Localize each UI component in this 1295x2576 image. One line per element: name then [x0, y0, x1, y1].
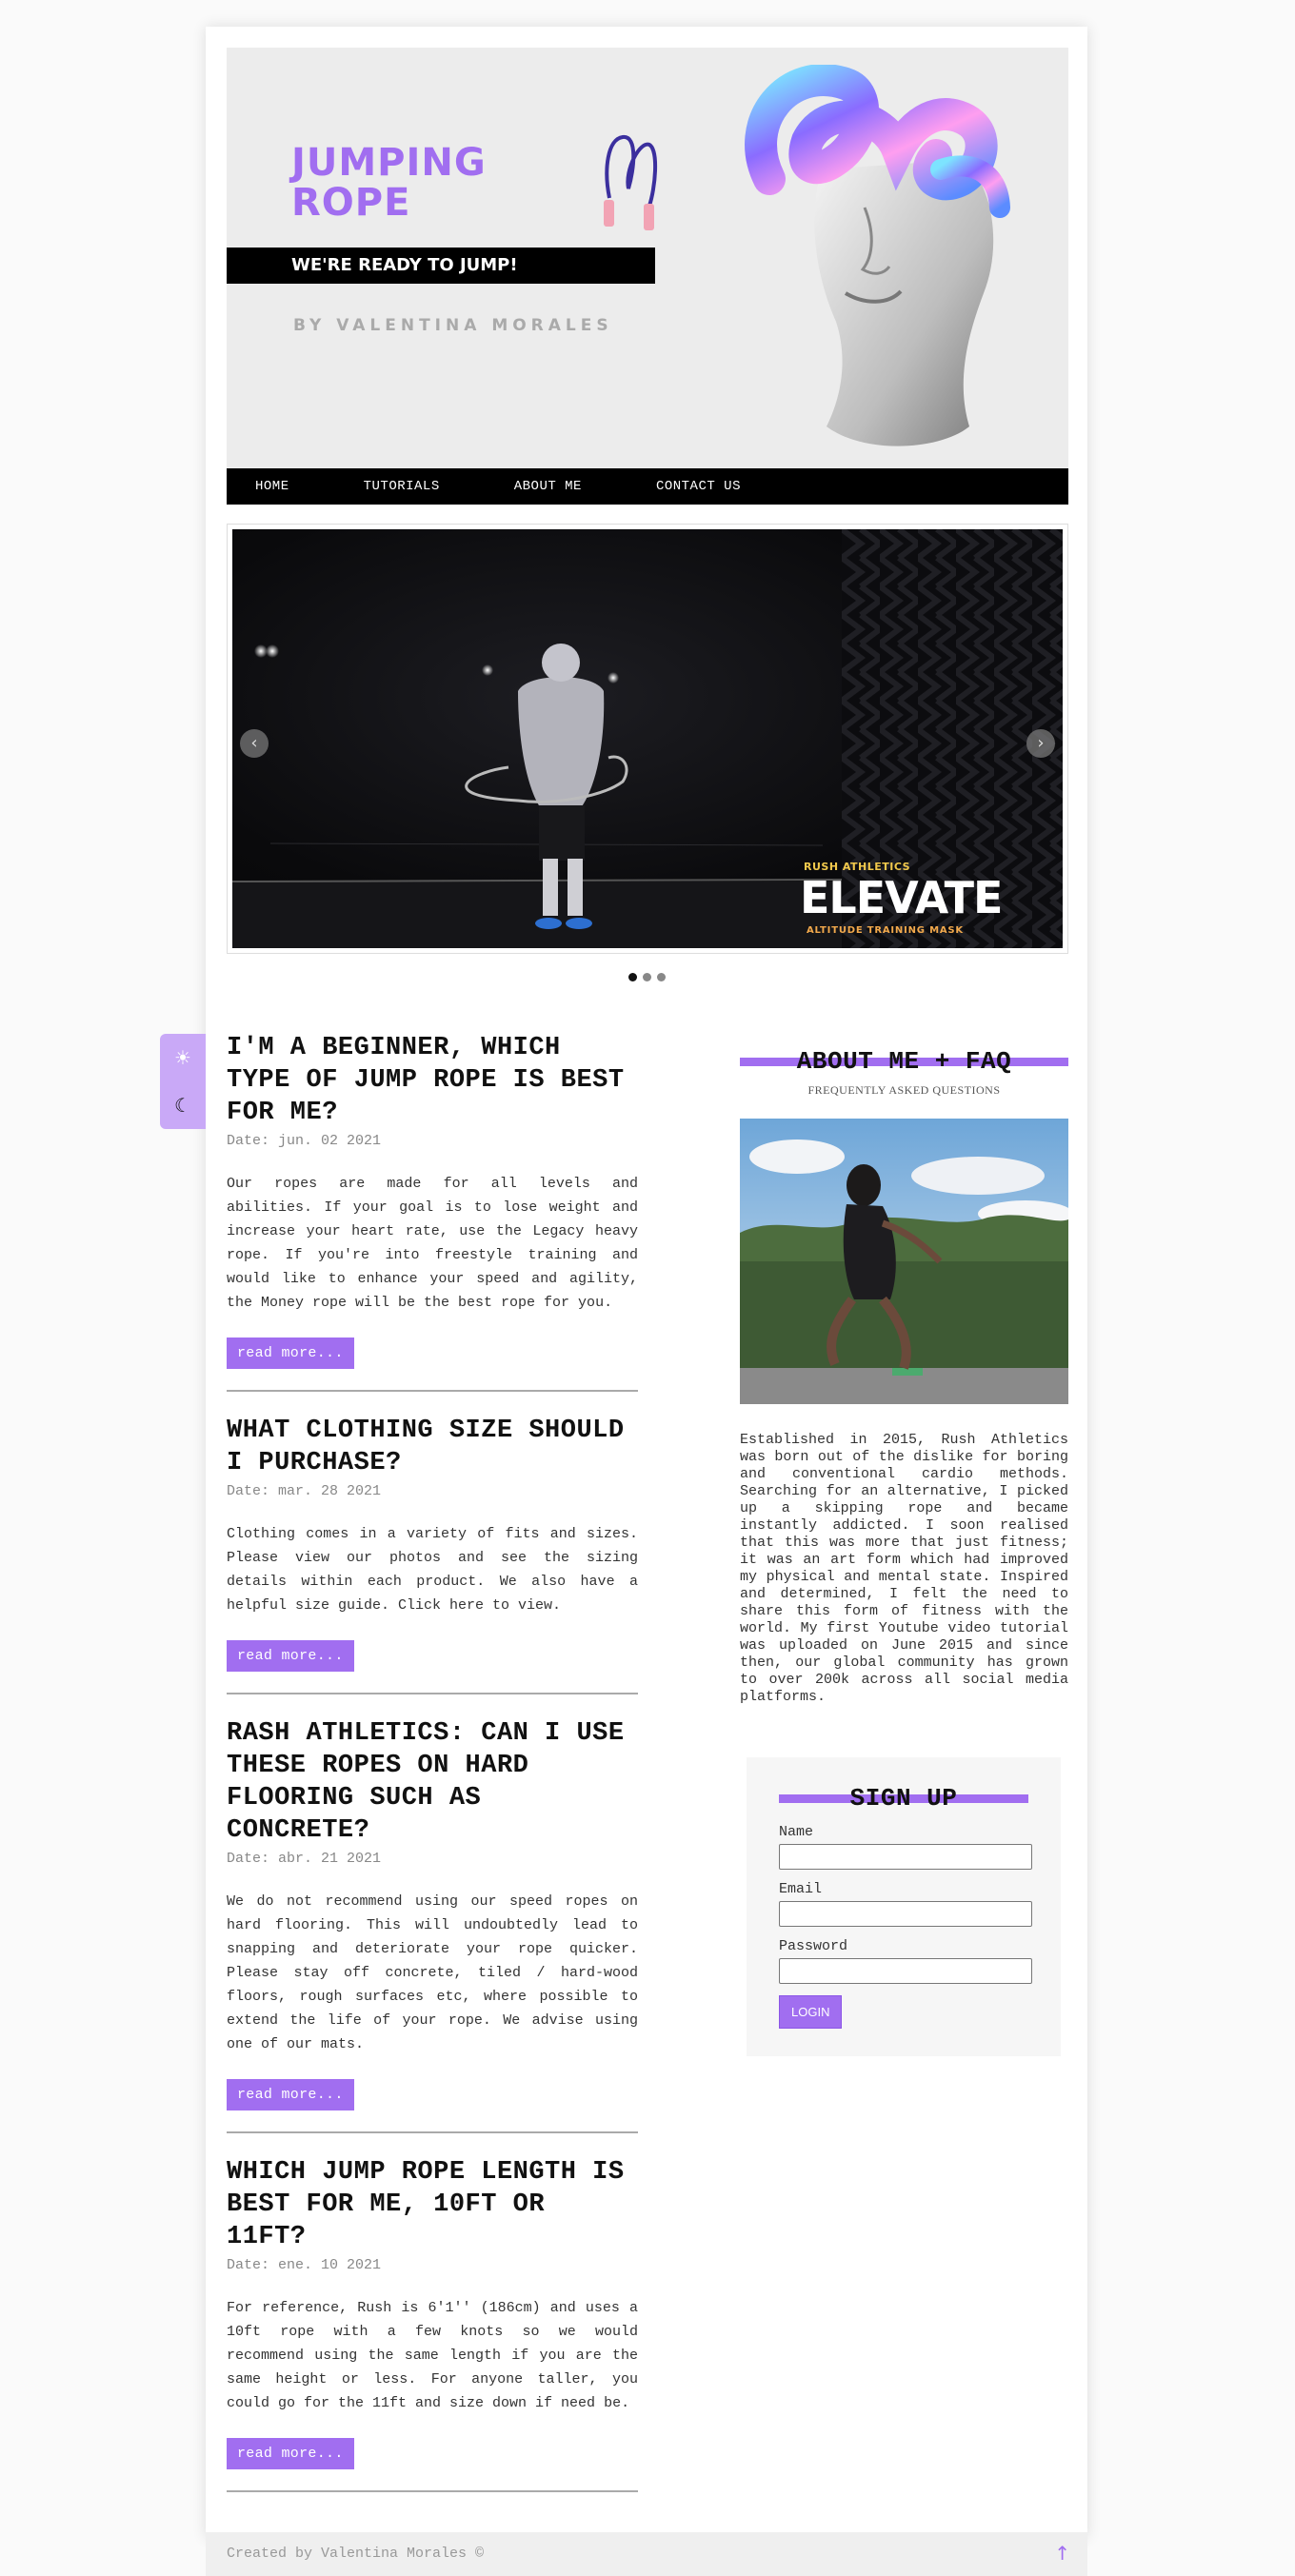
email-label: Email — [779, 1881, 823, 1897]
about-sidebar: ABOUT ME + FAQ FREQUENTLY ASKED QUESTION… — [740, 1047, 1073, 1706]
site-title: JUMPING ROPE — [291, 141, 487, 225]
carousel-dot-1[interactable] — [628, 973, 637, 981]
post-item: RASH ATHLETICS: CAN I USE THESE ROPES ON… — [227, 1717, 638, 2133]
password-field[interactable] — [779, 1958, 1032, 1984]
post-title: WHICH JUMP ROPE LENGTH IS BEST FOR ME, 1… — [227, 2158, 625, 2251]
post-item: I'M A BEGINNER, WHICH TYPE OF JUMP ROPE … — [227, 1032, 638, 1392]
post-date: Date: abr. 21 2021 — [227, 1851, 382, 1867]
carousel-indicators — [206, 973, 1087, 981]
faq-posts: I'M A BEGINNER, WHICH TYPE OF JUMP ROPE … — [227, 1032, 638, 2515]
nav-tutorials[interactable]: TUTORIALS — [364, 479, 440, 494]
post-title: I'M A BEGINNER, WHICH TYPE OF JUMP ROPE … — [227, 1034, 625, 1127]
signup-form: SIGN UP Name Email Password LOGIN — [747, 1757, 1061, 2056]
name-field[interactable] — [779, 1844, 1032, 1870]
about-heading: ABOUT ME + FAQ — [740, 1047, 1068, 1076]
about-text: Established in 2015, Rush Athletics was … — [740, 1432, 1068, 1705]
main-nav: HOME TUTORIALS ABOUT ME CONTACT US — [227, 468, 1068, 505]
chevron-left-icon: ‹ — [250, 733, 258, 753]
footer-credit: Created by Valentina Morales © — [227, 2546, 485, 2562]
read-more-button[interactable]: read more... — [227, 1338, 354, 1369]
post-item: WHAT CLOTHING SIZE SHOULD I PURCHASE? Da… — [227, 1415, 638, 1694]
password-label: Password — [779, 1938, 848, 1954]
signup-heading: SIGN UP — [779, 1784, 1028, 1813]
author-byline: BY VALENTINA MORALES — [293, 316, 613, 335]
signup-heading-text: SIGN UP — [849, 1784, 958, 1813]
chevron-right-icon: › — [1037, 733, 1045, 753]
login-button[interactable]: LOGIN — [779, 1995, 843, 2029]
email-field[interactable] — [779, 1901, 1032, 1927]
nav-about-me[interactable]: ABOUT ME — [514, 479, 582, 494]
carousel-next-button[interactable]: › — [1026, 729, 1055, 758]
site-footer: Created by Valentina Morales © ↑ — [206, 2532, 1087, 2576]
read-more-button[interactable]: read more... — [227, 2079, 354, 2110]
carousel-slide: RUSH ATHLETICS ELEVATE ALTITUDE TRAINING… — [232, 529, 1063, 948]
post-date: Date: jun. 02 2021 — [227, 1133, 382, 1149]
page-container: JUMPING ROPE WE'RE READY TO JUMP! BY VAL… — [206, 27, 1087, 2538]
faq-subheading: FREQUENTLY ASKED QUESTIONS — [807, 1083, 1001, 1097]
name-label: Name — [779, 1824, 814, 1840]
carousel-dot-3[interactable] — [656, 973, 666, 981]
image-carousel: RUSH ATHLETICS ELEVATE ALTITUDE TRAINING… — [227, 524, 1068, 954]
post-title: RASH ATHLETICS: CAN I USE THESE ROPES ON… — [227, 1719, 625, 1845]
tagline-banner: WE'RE READY TO JUMP! — [227, 248, 655, 284]
promo-subtitle: ALTITUDE TRAINING MASK — [807, 925, 964, 936]
site-header: JUMPING ROPE WE'RE READY TO JUMP! BY VAL… — [227, 48, 1068, 468]
nav-home[interactable]: HOME — [255, 479, 289, 494]
post-date: Date: ene. 10 2021 — [227, 2257, 382, 2273]
about-heading-text: ABOUT ME + FAQ — [796, 1047, 1012, 1076]
about-photo — [740, 1119, 1073, 1404]
post-body: Our ropes are made for all levels and ab… — [227, 1176, 638, 1311]
read-more-button[interactable]: read more... — [227, 2438, 354, 2469]
post-body: Clothing comes in a variety of fits and … — [227, 1526, 638, 1614]
jump-rope-icon — [604, 135, 658, 230]
post-title: WHAT CLOTHING SIZE SHOULD I PURCHASE? — [227, 1417, 625, 1477]
carousel-dot-2[interactable] — [642, 973, 651, 981]
theme-toggle: ☀ ☾ — [160, 1034, 206, 1129]
sun-icon[interactable]: ☀ — [160, 1034, 206, 1081]
arrow-up-icon: ↑ — [1054, 2542, 1070, 2565]
post-item: WHICH JUMP ROPE LENGTH IS BEST FOR ME, 1… — [227, 2156, 638, 2492]
back-to-top-button[interactable]: ↑ — [1054, 2542, 1070, 2565]
moon-icon[interactable]: ☾ — [160, 1081, 206, 1129]
promo-title: ELEVATE — [800, 872, 1003, 923]
post-body: For reference, Rush is 6'1'' (186cm) and… — [227, 2300, 638, 2411]
carousel-prev-button[interactable]: ‹ — [240, 729, 269, 758]
post-body: We do not recommend using our speed rope… — [227, 1893, 638, 2052]
statue-illustration — [745, 65, 1010, 446]
read-more-button[interactable]: read more... — [227, 1640, 354, 1672]
post-date: Date: mar. 28 2021 — [227, 1483, 382, 1499]
nav-contact-us[interactable]: CONTACT US — [656, 479, 741, 494]
